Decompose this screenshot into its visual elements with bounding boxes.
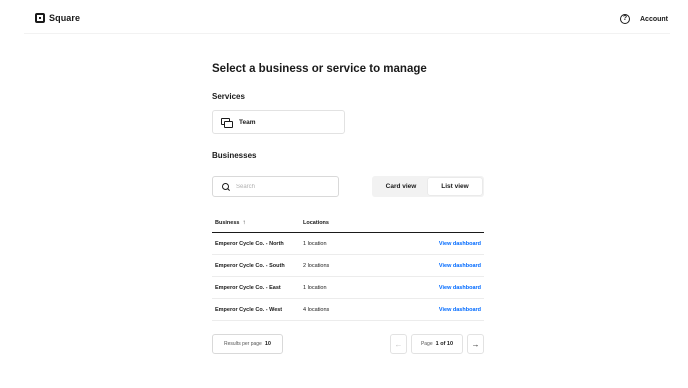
table-row: Emperor Cycle Co. - South 2 locations Vi… xyxy=(212,255,484,277)
results-per-page-value: 10 xyxy=(264,341,271,347)
column-header-business-label: Business xyxy=(215,219,240,226)
brand-logo-link[interactable]: Square xyxy=(35,13,80,23)
previous-page-button[interactable]: ← xyxy=(390,334,407,354)
service-label: Team xyxy=(239,118,256,126)
location-count: 1 location xyxy=(303,284,327,291)
sort-ascending-icon: ↑ xyxy=(242,219,246,226)
search-field[interactable] xyxy=(212,176,339,197)
table-row: Emperor Cycle Co. - North 1 location Vie… xyxy=(212,233,484,255)
business-name: Emperor Cycle Co. - South xyxy=(215,262,285,269)
businesses-table: Business ↑ Locations Emperor Cycle Co. -… xyxy=(212,213,484,321)
view-toggle: Card view List view xyxy=(372,176,484,197)
services-heading: Services xyxy=(212,92,245,101)
business-name: Emperor Cycle Co. - North xyxy=(215,240,284,247)
view-dashboard-link[interactable]: View dashboard xyxy=(439,285,481,291)
view-dashboard-link[interactable]: View dashboard xyxy=(439,241,481,247)
page-value: 1 of 10 xyxy=(435,341,454,347)
account-menu-button[interactable]: Account xyxy=(640,16,668,23)
business-name: Emperor Cycle Co. - West xyxy=(215,306,283,313)
help-icon[interactable]: ? xyxy=(620,14,630,24)
results-per-page-select[interactable]: Results per page 10 xyxy=(212,334,283,354)
location-count: 2 locations xyxy=(303,262,330,269)
table-row: Emperor Cycle Co. - East 1 location View… xyxy=(212,277,484,299)
search-icon xyxy=(222,183,229,190)
businesses-heading: Businesses xyxy=(212,151,257,160)
column-header-locations: Locations xyxy=(303,219,329,226)
table-header: Business ↑ Locations xyxy=(212,213,484,233)
location-count: 4 locations xyxy=(303,306,330,313)
column-header-business[interactable]: Business ↑ xyxy=(212,220,303,226)
next-page-button[interactable]: → xyxy=(467,334,484,354)
view-dashboard-link[interactable]: View dashboard xyxy=(439,263,481,269)
arrow-left-icon: ← xyxy=(394,339,403,349)
square-logo-icon xyxy=(35,13,45,23)
service-card-team[interactable]: Team xyxy=(212,110,345,134)
arrow-right-icon: → xyxy=(471,339,480,349)
team-icon xyxy=(221,117,233,128)
card-view-button[interactable]: Card view xyxy=(374,178,428,195)
view-dashboard-link[interactable]: View dashboard xyxy=(439,307,481,313)
account-area: ? Account xyxy=(620,14,668,24)
list-view-button[interactable]: List view xyxy=(428,178,482,195)
results-per-page-label: Results per page xyxy=(224,341,262,347)
search-input[interactable] xyxy=(236,183,326,190)
header-divider xyxy=(24,33,670,34)
business-name: Emperor Cycle Co. - East xyxy=(215,284,281,291)
table-row: Emperor Cycle Co. - West 4 locations Vie… xyxy=(212,299,484,321)
page-indicator: Page 1 of 10 xyxy=(411,334,463,354)
page-title: Select a business or service to manage xyxy=(212,63,427,75)
brand-name: Square xyxy=(49,13,81,23)
page-label: Page xyxy=(420,341,433,347)
pagination: ← Page 1 of 10 → xyxy=(390,334,484,354)
location-count: 1 location xyxy=(303,240,327,247)
top-bar: Square ? Account xyxy=(0,0,688,40)
